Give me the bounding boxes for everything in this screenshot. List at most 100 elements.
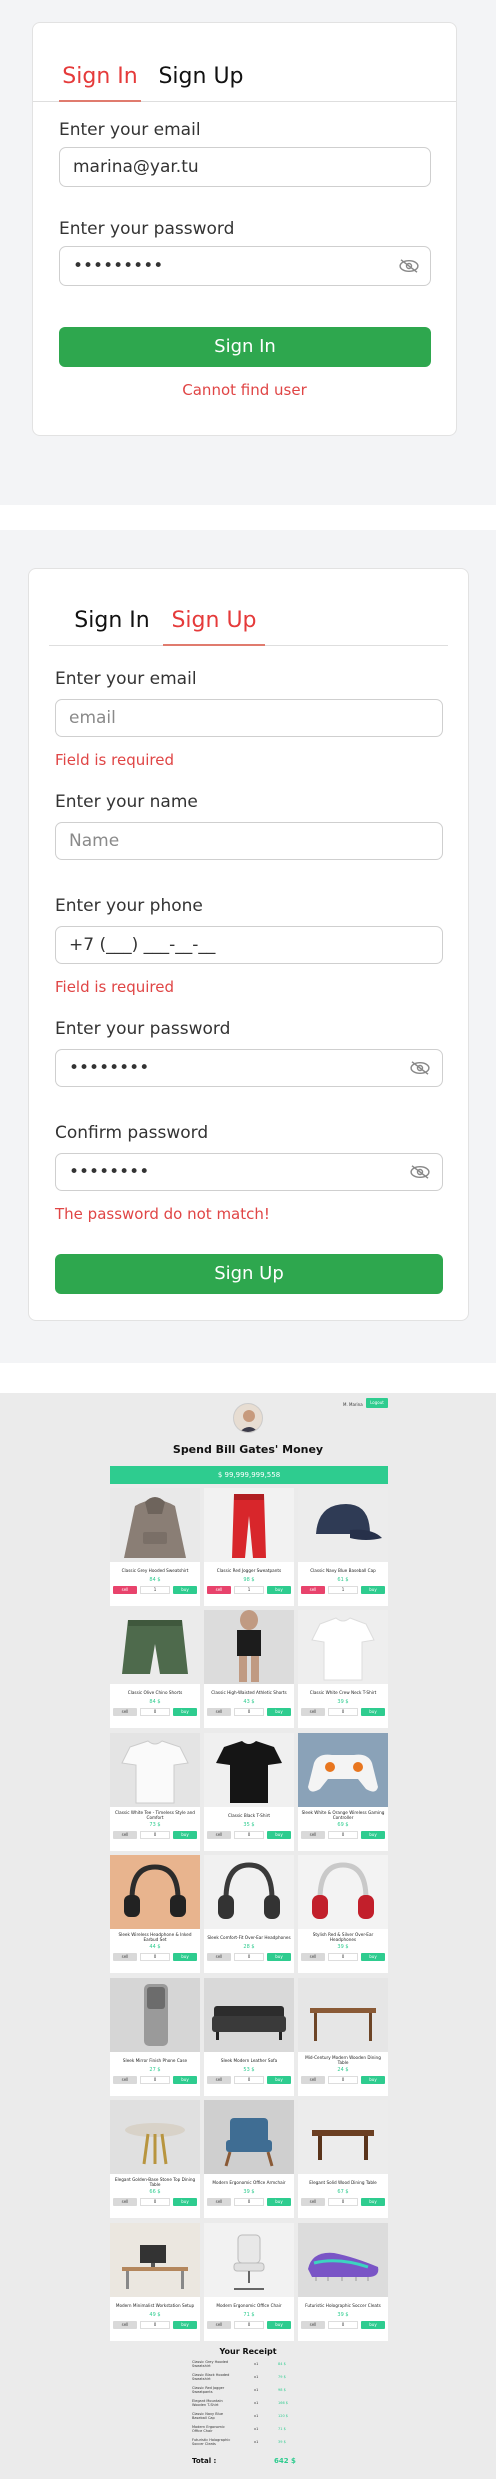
buy-button[interactable]: buy bbox=[267, 1708, 291, 1716]
quantity-field[interactable]: 0 bbox=[328, 1708, 358, 1716]
sell-button[interactable]: sell bbox=[113, 2321, 137, 2329]
sell-button[interactable]: sell bbox=[113, 2198, 137, 2206]
buy-button[interactable]: buy bbox=[173, 1708, 197, 1716]
sell-button[interactable]: sell bbox=[113, 1586, 137, 1594]
quantity-field[interactable]: 0 bbox=[234, 1953, 264, 1961]
quantity-field[interactable]: 0 bbox=[140, 2198, 170, 2206]
product-name: Sleek Mirror Finish Phone Case bbox=[122, 2057, 188, 2063]
email-field[interactable] bbox=[55, 699, 443, 737]
separator-2 bbox=[0, 1363, 496, 1393]
buy-button[interactable]: buy bbox=[173, 1953, 197, 1961]
quantity-field[interactable]: 0 bbox=[234, 2076, 264, 2084]
quantity-field[interactable]: 0 bbox=[234, 1708, 264, 1716]
sell-button[interactable]: sell bbox=[207, 1586, 231, 1594]
buy-button[interactable]: buy bbox=[267, 1831, 291, 1839]
sell-button[interactable]: sell bbox=[301, 2321, 325, 2329]
quantity-field[interactable]: 0 bbox=[328, 2076, 358, 2084]
tab-signin[interactable]: Sign In bbox=[59, 60, 141, 102]
buy-button[interactable]: buy bbox=[267, 2076, 291, 2084]
password-field[interactable] bbox=[55, 1049, 443, 1087]
sell-button[interactable]: sell bbox=[113, 1708, 137, 1716]
quantity-field[interactable]: 0 bbox=[234, 2198, 264, 2206]
buy-button[interactable]: buy bbox=[173, 2076, 197, 2084]
buy-button[interactable]: buy bbox=[173, 2198, 197, 2206]
tab-signup[interactable]: Sign Up bbox=[153, 60, 249, 102]
buy-button[interactable]: buy bbox=[267, 2198, 291, 2206]
sell-button[interactable]: sell bbox=[207, 1831, 231, 1839]
quantity-field[interactable]: 1 bbox=[328, 1586, 358, 1594]
table1-image bbox=[298, 1978, 388, 2052]
buy-button[interactable]: buy bbox=[361, 1586, 385, 1594]
product-price: 39 $ bbox=[337, 1944, 349, 1950]
quantity-field[interactable]: 0 bbox=[328, 2321, 358, 2329]
receipt-item-price: 39 $ bbox=[278, 2440, 286, 2444]
buy-button[interactable]: buy bbox=[361, 2321, 385, 2329]
sell-button[interactable]: sell bbox=[301, 1586, 325, 1594]
quantity-field[interactable]: 0 bbox=[234, 1831, 264, 1839]
sell-button[interactable]: sell bbox=[207, 2198, 231, 2206]
buy-button[interactable]: buy bbox=[173, 1831, 197, 1839]
buy-button[interactable]: buy bbox=[361, 1953, 385, 1961]
quantity-field[interactable]: 1 bbox=[234, 1586, 264, 1594]
quantity-field[interactable]: 0 bbox=[328, 1831, 358, 1839]
eye-off-icon[interactable] bbox=[409, 1060, 431, 1076]
product-card: Classic White Crew Neck T-Shirt 39 $ sell 0… bbox=[298, 1610, 388, 1728]
sell-button[interactable]: sell bbox=[207, 1708, 231, 1716]
buy-button[interactable]: buy bbox=[361, 2076, 385, 2084]
product-card: Sleek Wireless Headphone & Inked Earbud … bbox=[110, 1855, 200, 1973]
quantity-field[interactable]: 1 bbox=[140, 1586, 170, 1594]
buy-button[interactable]: buy bbox=[267, 2321, 291, 2329]
receipt-item-price: 166 $ bbox=[278, 2401, 289, 2405]
receipt-item-qty: x1 bbox=[254, 2375, 259, 2379]
shorts-image bbox=[110, 1610, 200, 1684]
quantity-field[interactable]: 0 bbox=[140, 2321, 170, 2329]
buy-button[interactable]: buy bbox=[361, 1708, 385, 1716]
confirm-field[interactable] bbox=[55, 1153, 443, 1191]
quantity-field[interactable]: 0 bbox=[140, 1708, 170, 1716]
quantity-field[interactable]: 0 bbox=[234, 2321, 264, 2329]
tab-signin[interactable]: Sign In bbox=[69, 604, 155, 646]
receipt-row: Futuristic Holographic Soccer Cleats x1 39… bbox=[192, 2438, 312, 2448]
name-field[interactable] bbox=[55, 822, 443, 860]
buy-button[interactable]: buy bbox=[361, 1831, 385, 1839]
receipt-item-name: Futuristic Holographic Soccer Cleats bbox=[192, 2438, 231, 2446]
signin-button[interactable]: Sign In bbox=[59, 327, 431, 367]
quantity-field[interactable]: 0 bbox=[140, 2076, 170, 2084]
tab-signup[interactable]: Sign Up bbox=[163, 604, 265, 646]
quantity-field[interactable]: 0 bbox=[328, 2198, 358, 2206]
sell-button[interactable]: sell bbox=[207, 1953, 231, 1961]
product-name: Modern Minimalist Workstation Setup bbox=[115, 2302, 195, 2308]
quantity-field[interactable]: 0 bbox=[328, 1953, 358, 1961]
buy-button[interactable]: buy bbox=[173, 2321, 197, 2329]
sell-button[interactable]: sell bbox=[301, 2076, 325, 2084]
eye-off-icon[interactable] bbox=[409, 1164, 431, 1180]
sell-button[interactable]: sell bbox=[301, 1708, 325, 1716]
receipt-item-name: Modern Ergonomic Office Chair bbox=[192, 2425, 225, 2433]
sell-button[interactable]: sell bbox=[113, 1953, 137, 1961]
quantity-field[interactable]: 0 bbox=[140, 1953, 170, 1961]
name-label: Enter your name bbox=[55, 792, 198, 812]
sell-button[interactable]: sell bbox=[301, 1831, 325, 1839]
eye-off-icon[interactable] bbox=[398, 258, 420, 274]
buy-button[interactable]: buy bbox=[361, 2198, 385, 2206]
logout-button[interactable]: Logout bbox=[366, 1398, 388, 1408]
product-card: Modern Ergonomic Office Chair 71 $ sell 0 bu… bbox=[204, 2223, 294, 2341]
receipt-item-price: 71 $ bbox=[278, 2427, 286, 2431]
sell-button[interactable]: sell bbox=[207, 2321, 231, 2329]
signup-button[interactable]: Sign Up bbox=[55, 1254, 443, 1294]
phone-field[interactable] bbox=[55, 926, 443, 964]
product-price: 39 $ bbox=[337, 2312, 349, 2318]
quantity-field[interactable]: 0 bbox=[140, 1831, 170, 1839]
buy-button[interactable]: buy bbox=[173, 1586, 197, 1594]
email-field[interactable] bbox=[59, 147, 431, 187]
sell-button[interactable]: sell bbox=[301, 1953, 325, 1961]
password-field[interactable] bbox=[59, 246, 431, 286]
buy-button[interactable]: buy bbox=[267, 1586, 291, 1594]
receipt-item-name: Classic Red Jogger Sweatpants bbox=[192, 2386, 225, 2394]
sell-button[interactable]: sell bbox=[113, 1831, 137, 1839]
page-title: Spend Bill Gates' Money bbox=[172, 1443, 324, 1456]
buy-button[interactable]: buy bbox=[267, 1953, 291, 1961]
sell-button[interactable]: sell bbox=[301, 2198, 325, 2206]
sell-button[interactable]: sell bbox=[113, 2076, 137, 2084]
sell-button[interactable]: sell bbox=[207, 2076, 231, 2084]
